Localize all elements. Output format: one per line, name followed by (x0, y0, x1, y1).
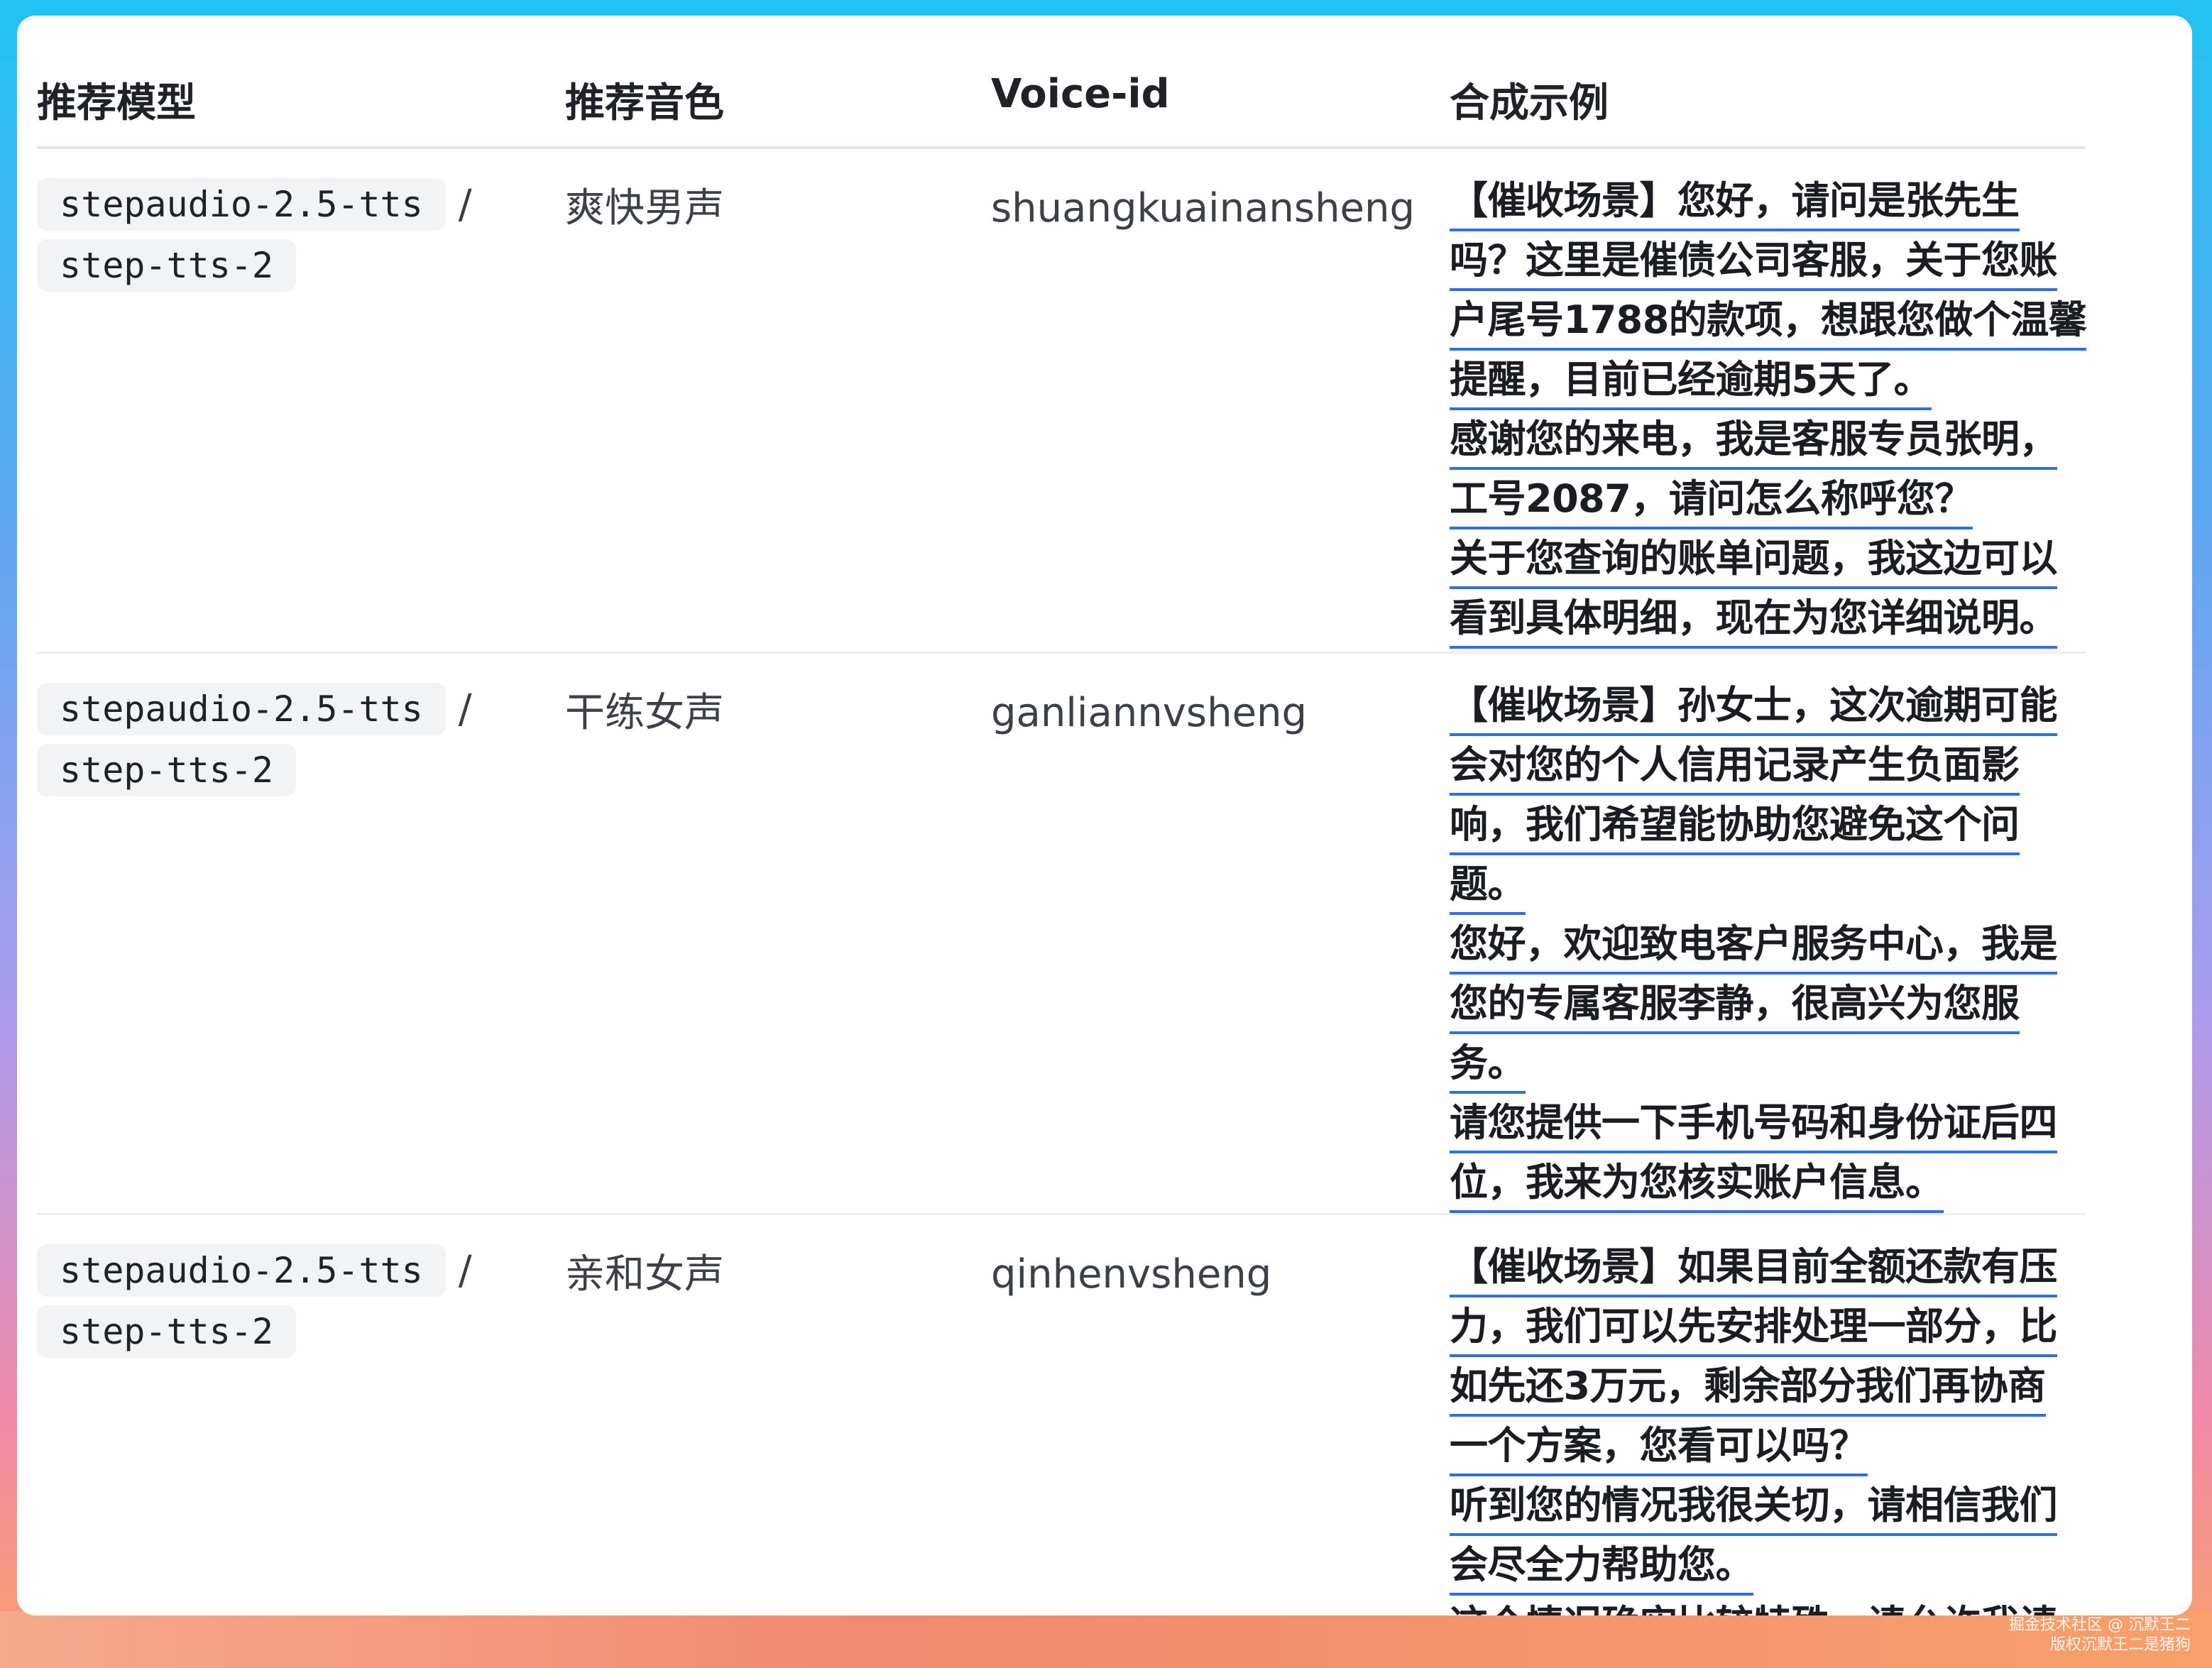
example-link[interactable]: 力，我们可以先安排处理一部分，比 (1450, 1300, 2058, 1357)
voice-id-cell: shuangkuainansheng (991, 185, 1416, 231)
model-primary-tag: stepaudio-2.5-tts (37, 178, 446, 231)
model-cell: stepaudio-2.5-tts / step-tts-2 (37, 149, 562, 294)
model-secondary-tag: step-tts-2 (37, 1305, 297, 1358)
example-link[interactable]: 这个情况确实比较特殊，请允许我请 (1450, 1598, 2058, 1615)
example-link[interactable]: 【催收场景】孙女士，这次逾期可能 (1450, 679, 2058, 736)
example-link[interactable]: 看到具体明细，现在为您详细说明。 (1450, 592, 2058, 649)
example-cell: 【催收场景】孙女士，这次逾期可能 会对您的个人信用记录产生负面影 响，我们希望能… (1450, 654, 2110, 1216)
table-header: 推荐模型 推荐音色 Voice-id 合成示例 (37, 44, 2086, 149)
example-link[interactable]: 请您提供一下手机号码和身份证后四 (1450, 1097, 2058, 1153)
model-primary-tag: stepaudio-2.5-tts (37, 683, 446, 735)
model-cell: stepaudio-2.5-tts / step-tts-2 (37, 1215, 562, 1360)
header-example: 合成示例 (1450, 80, 1609, 126)
voice-cell: 亲和女声 (565, 1251, 724, 1297)
example-link[interactable]: 【催收场景】您好，请问是张先生 (1450, 175, 2020, 231)
watermark-line: 掘金技术社区 @ 沉默王二 (2009, 1616, 2191, 1634)
example-link[interactable]: 感谢您的来电，我是客服专员张明， (1450, 413, 2058, 470)
voice-cell: 干练女声 (565, 690, 724, 736)
model-separator: / (458, 1247, 472, 1294)
table-row: stepaudio-2.5-tts / step-tts-2 爽快男声 shua… (37, 149, 2087, 654)
watermark-line: 版权沉默王二是猪狗 (2049, 1636, 2191, 1654)
example-link[interactable]: 您的专属客服李静，很高兴为您服 (1450, 977, 2020, 1034)
example-link[interactable]: 如先还3万元，剩余部分我们再协商 (1450, 1360, 2046, 1417)
header-model: 推荐模型 (37, 80, 196, 126)
model-separator: / (458, 181, 472, 228)
example-link[interactable]: 位，我来为您核实账户信息。 (1450, 1156, 1944, 1213)
example-cell: 【催收场景】如果目前全额还款有压 力，我们可以先安排处理一部分，比 如先还3万元… (1450, 1215, 2110, 1615)
example-link[interactable]: 听到您的情况我很关切，请相信我们 (1450, 1479, 2058, 1536)
example-link[interactable]: 工号2087，请问怎么称呼您？ (1450, 473, 1973, 530)
table-row: stepaudio-2.5-tts / step-tts-2 亲和女声 qinh… (37, 1215, 2086, 1615)
background-band (0, 1611, 2212, 1668)
model-secondary-tag: step-tts-2 (37, 744, 297, 796)
voice-id-cell: ganliannvsheng (991, 690, 1308, 736)
example-link[interactable]: 会尽全力帮助您。 (1450, 1539, 1754, 1596)
example-link[interactable]: 会对您的个人信用记录产生负面影 (1450, 739, 2020, 796)
voice-id-cell: qinhenvsheng (991, 1251, 1272, 1297)
voice-cell: 爽快男声 (565, 185, 724, 231)
model-cell: stepaudio-2.5-tts / step-tts-2 (37, 654, 562, 799)
voice-table: 推荐模型 推荐音色 Voice-id 合成示例 stepaudio-2.5-tt… (37, 44, 2087, 1615)
model-separator: / (458, 686, 472, 733)
model-primary-tag: stepaudio-2.5-tts (37, 1244, 446, 1297)
example-link[interactable]: 【催收场景】如果目前全额还款有压 (1450, 1241, 2058, 1297)
example-link[interactable]: 关于您查询的账单问题，我这边可以 (1450, 532, 2058, 589)
example-link[interactable]: 提醒，目前已经逾期5天了。 (1450, 353, 1932, 410)
example-link[interactable]: 户尾号1788的款项，想跟您做个温馨 (1450, 294, 2087, 351)
example-link[interactable]: 务。 (1450, 1037, 1526, 1094)
model-secondary-tag: step-tts-2 (37, 239, 297, 292)
header-voice: 推荐音色 (565, 80, 724, 126)
example-cell: 【催收场景】您好，请问是张先生 吗？这里是催债公司客服，关于您账 户尾号1788… (1450, 149, 2110, 652)
example-link[interactable]: 您好，欢迎致电客户服务中心，我是 (1450, 918, 2058, 975)
header-voice-id: Voice-id (991, 71, 1170, 117)
example-link[interactable]: 题。 (1450, 858, 1526, 915)
example-link[interactable]: 吗？这里是催债公司客服，关于您账 (1450, 234, 2058, 291)
example-link[interactable]: 一个方案，您看可以吗？ (1450, 1420, 1868, 1476)
table-row: stepaudio-2.5-tts / step-tts-2 干练女声 ganl… (37, 654, 2086, 1215)
content-card: 推荐模型 推荐音色 Voice-id 合成示例 stepaudio-2.5-tt… (17, 16, 2192, 1615)
watermark: 掘金技术社区 @ 沉默王二 版权沉默王二是猪狗 (2009, 1615, 2191, 1655)
example-link[interactable]: 响，我们希望能协助您避免这个问 (1450, 799, 2020, 855)
